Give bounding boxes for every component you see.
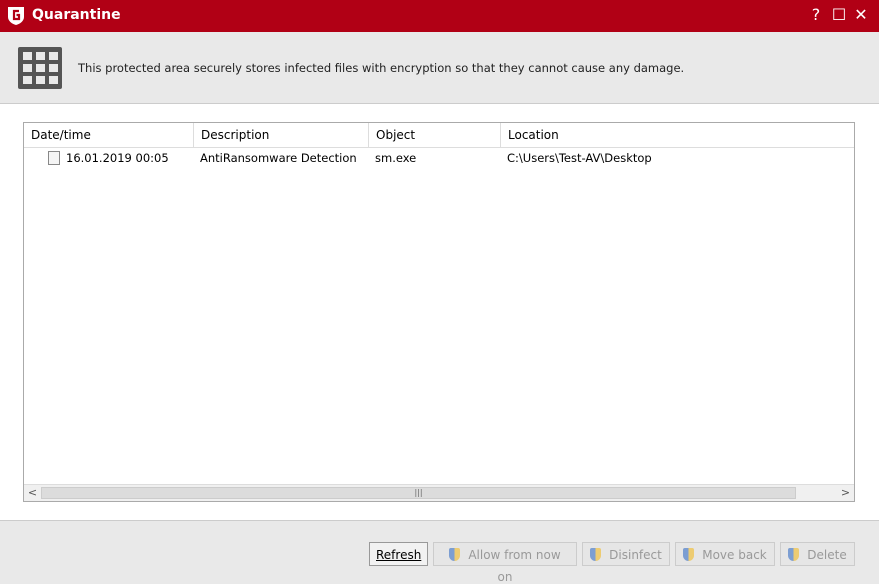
- quarantine-list[interactable]: Date/time Description Object Location 16…: [23, 122, 855, 502]
- title-bar: Quarantine ? ☐ ✕: [0, 0, 879, 32]
- refresh-button[interactable]: Refresh: [369, 542, 428, 566]
- allow-button[interactable]: Allow from now on: [433, 542, 577, 584]
- uac-shield-icon: [788, 548, 800, 561]
- window-title: Quarantine: [32, 7, 121, 23]
- allow-label: Allow from now on: [468, 548, 561, 584]
- footer: Refresh Allow from now on Disinfect Move…: [0, 520, 879, 584]
- cell-object: sm.exe: [375, 151, 417, 165]
- delete-button[interactable]: Delete: [780, 542, 855, 566]
- scroll-right-icon[interactable]: >: [837, 485, 854, 501]
- close-button[interactable]: ✕: [851, 5, 871, 24]
- disinfect-label: Disinfect: [609, 548, 662, 562]
- quarantine-grid-icon: [18, 47, 62, 89]
- horizontal-scrollbar[interactable]: < ||| >: [24, 484, 854, 501]
- cell-location: C:\Users\Test-AV\Desktop: [507, 151, 652, 165]
- header-description: This protected area securely stores infe…: [78, 61, 685, 75]
- column-description[interactable]: Description: [194, 123, 369, 148]
- column-location[interactable]: Location: [501, 123, 854, 148]
- move-back-button[interactable]: Move back: [675, 542, 775, 566]
- column-headers: Date/time Description Object Location: [24, 123, 854, 148]
- table-row[interactable]: 16.01.2019 00:05 AntiRansomware Detectio…: [24, 149, 854, 167]
- maximize-button[interactable]: ☐: [829, 5, 849, 24]
- refresh-label: Refresh: [376, 548, 422, 562]
- scroll-left-icon[interactable]: <: [24, 485, 41, 501]
- cell-description: AntiRansomware Detection: [200, 151, 357, 165]
- gdata-logo-icon: [8, 7, 24, 25]
- scrollbar-thumb[interactable]: |||: [41, 487, 796, 499]
- header: This protected area securely stores infe…: [0, 32, 879, 104]
- column-datetime[interactable]: Date/time: [24, 123, 194, 148]
- help-button[interactable]: ?: [806, 5, 826, 24]
- uac-shield-icon: [590, 548, 602, 561]
- column-object[interactable]: Object: [369, 123, 501, 148]
- disinfect-button[interactable]: Disinfect: [582, 542, 670, 566]
- uac-shield-icon: [449, 548, 461, 561]
- file-icon: [48, 151, 60, 165]
- delete-label: Delete: [807, 548, 847, 562]
- uac-shield-icon: [683, 548, 695, 561]
- move-back-label: Move back: [702, 548, 767, 562]
- cell-datetime: 16.01.2019 00:05: [66, 151, 169, 165]
